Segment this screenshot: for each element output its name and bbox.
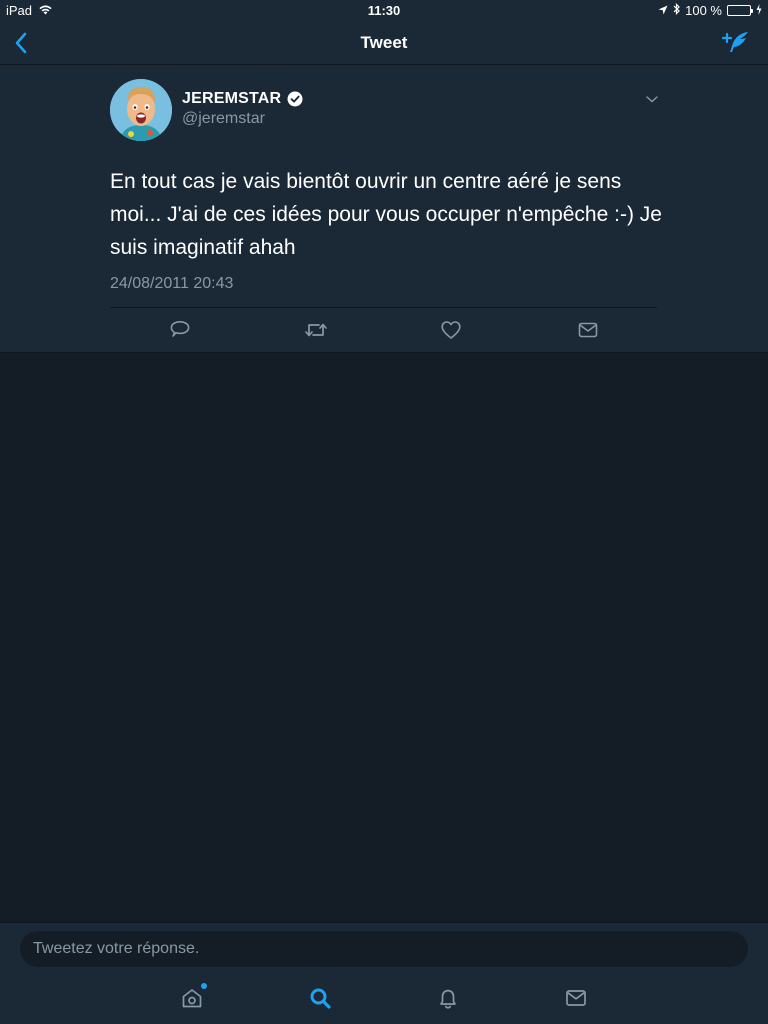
reply-button[interactable]	[169, 319, 191, 346]
heart-icon	[441, 321, 461, 339]
tweet-options-button[interactable]	[645, 91, 659, 109]
search-icon	[310, 988, 331, 1009]
navigation-bar: Tweet	[0, 22, 768, 64]
tab-messages[interactable]	[564, 986, 588, 1015]
reply-icon	[170, 321, 190, 337]
author-name-text: JEREMSTAR	[182, 90, 282, 107]
reply-bar	[0, 922, 768, 972]
avatar-portrait	[110, 79, 172, 141]
charging-bolt-icon	[756, 3, 762, 18]
like-button[interactable]	[440, 319, 462, 346]
compose-tweet-icon	[721, 32, 748, 52]
verified-badge-icon	[287, 91, 303, 107]
retweet-icon	[305, 323, 327, 337]
battery-icon	[727, 5, 753, 16]
direct-message-button[interactable]	[577, 319, 599, 346]
tab-bar	[0, 972, 768, 1024]
bell-icon	[440, 989, 456, 1009]
bluetooth-icon	[673, 3, 680, 18]
envelope-icon	[566, 990, 586, 1006]
chevron-down-icon	[646, 96, 658, 103]
battery-percent: 100 %	[685, 3, 722, 18]
tweet-detail: JEREMSTAR @jeremstar En tout cas je vais…	[0, 65, 768, 353]
tab-search[interactable]	[308, 986, 332, 1015]
avatar[interactable]	[110, 79, 172, 141]
page-title: Tweet	[360, 33, 408, 52]
status-bar: iPad 11:30 100 %	[0, 0, 768, 22]
tweet-divider	[110, 307, 657, 308]
compose-tweet-button[interactable]	[721, 30, 750, 59]
tab-notifications[interactable]	[436, 986, 460, 1015]
notification-dot	[201, 983, 207, 989]
reply-input[interactable]	[20, 931, 748, 967]
tab-home[interactable]	[180, 983, 207, 1015]
tweet-text: En tout cas je vais bientôt ouvrir un ce…	[110, 170, 662, 259]
home-icon	[182, 989, 202, 1008]
author-name[interactable]: JEREMSTAR	[182, 90, 303, 108]
retweet-button[interactable]	[304, 319, 328, 346]
status-time: 11:30	[367, 3, 401, 18]
envelope-icon	[578, 322, 598, 338]
tweet-timestamp: 24/08/2011 20:43	[110, 275, 234, 292]
location-arrow-icon	[658, 3, 668, 18]
author-handle[interactable]: @jeremstar	[182, 110, 265, 128]
status-right: 100 %	[658, 3, 762, 18]
